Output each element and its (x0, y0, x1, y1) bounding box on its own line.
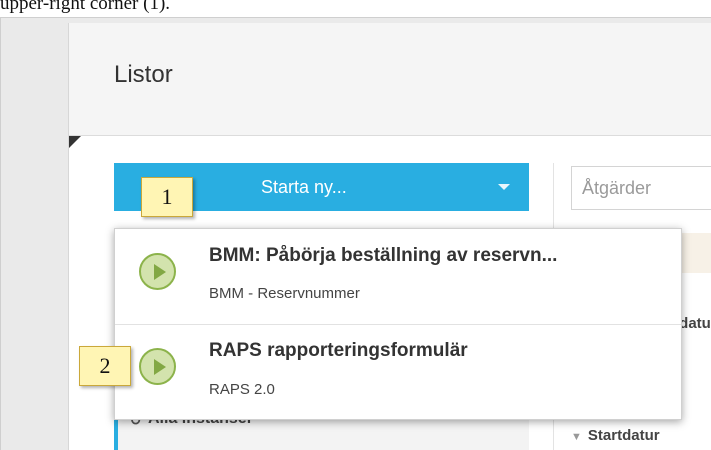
start-new-menu: BMM: Påbörja beställning av reservn... B… (114, 228, 682, 420)
play-icon (139, 348, 176, 385)
page-header: Listor (69, 23, 711, 136)
document-text: upper-right corner (1). (0, 0, 171, 14)
sort-startdate-label: Startdatur (587, 427, 660, 444)
sort-caret-icon: ▼ (571, 431, 582, 443)
caret-down-icon[interactable] (498, 184, 510, 190)
callout-1: 1 (141, 177, 193, 217)
sort-startdate[interactable]: ▼ Startdatur (571, 427, 660, 444)
menu-item-subtitle: RAPS 2.0 (209, 381, 275, 398)
menu-item-title: BMM: Påbörja beställning av reservn... (209, 245, 558, 266)
actions-placeholder: Åtgärder (582, 178, 652, 198)
menu-item-title: RAPS rapporteringsformulär (209, 340, 468, 361)
play-icon (139, 253, 176, 290)
menu-item-bmm[interactable]: BMM: Påbörja beställning av reservn... B… (115, 229, 681, 324)
start-new-label: Starta ny... (261, 177, 347, 197)
actions-dropdown[interactable]: Åtgärder (571, 166, 711, 210)
callout-2: 2 (79, 346, 131, 386)
header-notch (69, 136, 81, 148)
menu-item-subtitle: BMM - Reservnummer (209, 285, 360, 302)
menu-item-raps[interactable]: RAPS rapporteringsformulär RAPS 2.0 (115, 325, 681, 419)
page-title: Listor (114, 61, 173, 88)
